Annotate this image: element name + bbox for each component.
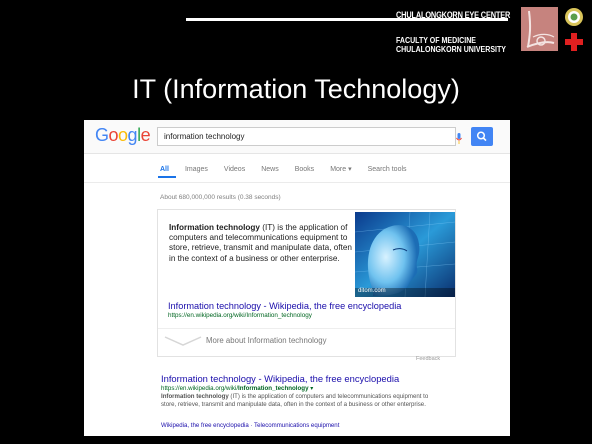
- tab-search-tools[interactable]: Search tools: [368, 166, 407, 173]
- result-url-arrow[interactable]: ▾: [309, 385, 313, 392]
- more-about-link[interactable]: More about Information technology: [206, 336, 327, 345]
- search-input[interactable]: information technology: [157, 127, 456, 146]
- knowledge-definition: Information technology (IT) is the appli…: [169, 223, 354, 264]
- faculty-label: FACULTY OF MEDICINE CHULALONGKORN UNIVER…: [396, 36, 506, 54]
- result-url[interactable]: https://en.wikipedia.org/wiki/Informatio…: [161, 385, 313, 392]
- tab-books[interactable]: Books: [295, 166, 314, 173]
- knowledge-image[interactable]: [355, 212, 455, 297]
- search-tabs: All Images Videos News Books More ▾ Search too…: [160, 165, 423, 173]
- result-snippet: Information technology (IT) is the appli…: [161, 393, 429, 410]
- google-search-screenshot: Google information technology All Images V…: [84, 120, 510, 436]
- active-tab-indicator: [158, 176, 176, 178]
- google-logo[interactable]: Google: [95, 125, 151, 146]
- result-url-bold: Information_technology: [238, 385, 309, 392]
- microphone-icon[interactable]: [456, 131, 462, 144]
- logo-letter: G: [95, 125, 109, 145]
- search-icon: [476, 131, 487, 142]
- knowledge-link-title[interactable]: Information technology - Wikipedia, the …: [168, 301, 401, 311]
- eye-center-label: CHULALONGKORN EYE CENTER: [396, 10, 511, 20]
- tab-videos[interactable]: Videos: [224, 166, 245, 173]
- result-stats: About 680,000,000 results (0.38 seconds): [160, 194, 281, 201]
- tab-all[interactable]: All: [160, 166, 169, 173]
- search-button[interactable]: [471, 127, 493, 146]
- chevron-down-icon[interactable]: [164, 334, 202, 346]
- logo-letter: o: [118, 125, 128, 145]
- image-credit: ditom.com: [358, 288, 386, 294]
- faculty-line-2: CHULALONGKORN UNIVERSITY: [396, 43, 507, 54]
- tab-news[interactable]: News: [261, 166, 279, 173]
- university-emblem: [561, 7, 587, 55]
- feedback-link[interactable]: Feedback: [416, 356, 440, 362]
- tab-more[interactable]: More ▾: [330, 166, 351, 173]
- card-divider: [158, 328, 455, 329]
- snippet-term: Information technology: [161, 393, 229, 400]
- tabs-divider: [84, 182, 510, 183]
- result-title-link[interactable]: Information technology - Wikipedia, the …: [161, 373, 399, 384]
- knowledge-link-url[interactable]: https://en.wikipedia.org/wiki/Informatio…: [168, 312, 312, 319]
- logo-letter: g: [127, 125, 138, 145]
- eye-center-logo: [521, 7, 558, 51]
- logo-letter: o: [108, 125, 119, 145]
- logo-letter: e: [140, 125, 151, 145]
- result-url-prefix: https://en.wikipedia.org/wiki/: [161, 385, 239, 392]
- definition-term: Information technology: [169, 223, 260, 232]
- slide-title: IT (Information Technology): [132, 74, 460, 104]
- tab-images[interactable]: Images: [185, 166, 208, 173]
- result-sitelinks[interactable]: Wikipedia, the free encyclopedia · Telec…: [161, 422, 339, 429]
